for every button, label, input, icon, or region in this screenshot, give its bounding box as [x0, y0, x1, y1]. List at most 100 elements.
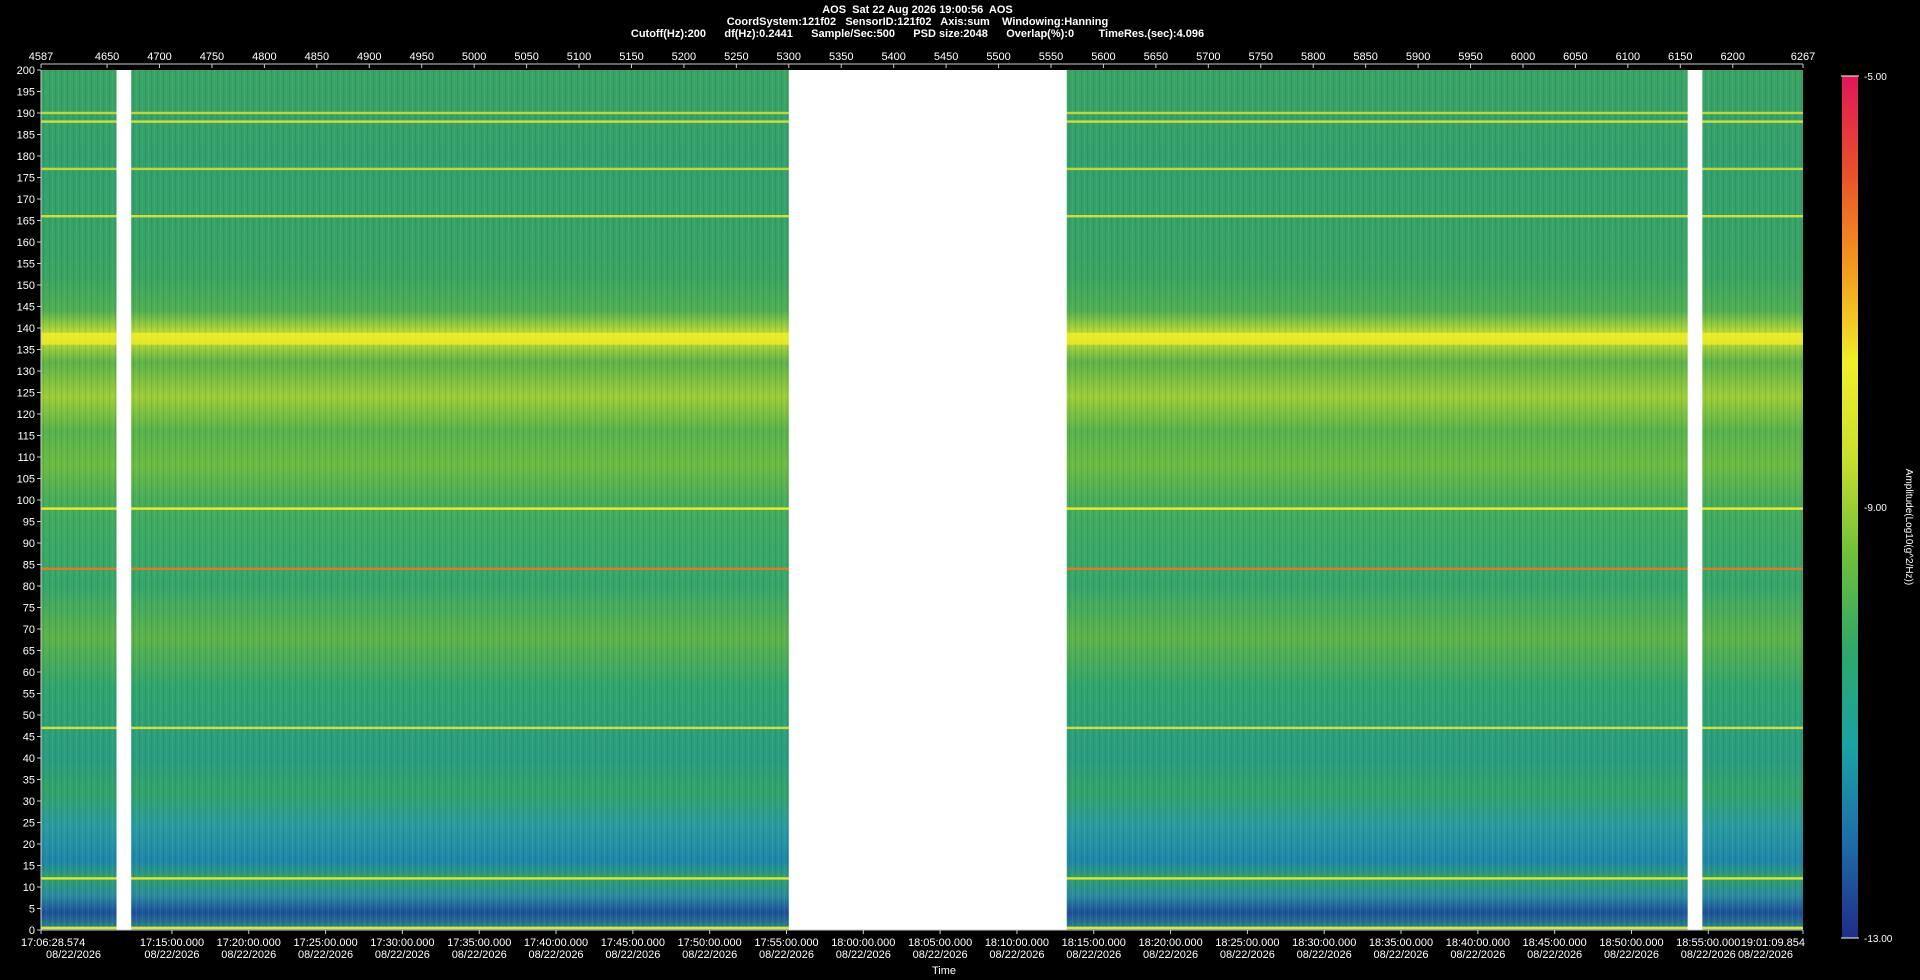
top-tick-label: 5200	[672, 51, 696, 63]
y-tick-label: 125	[17, 388, 35, 400]
top-tick-label: 5500	[986, 51, 1010, 63]
x-time-label: 18:35:00.000	[1369, 937, 1433, 949]
colorbar: -5.00 -9.00 -13.00 Amplitude(Log10(g^2/Hz))	[1841, 72, 1914, 945]
x-time-label: 18:15:00.000	[1062, 937, 1126, 949]
x-time-label: 18:40:00.000	[1446, 937, 1510, 949]
y-tick-label: 100	[17, 495, 35, 507]
top-tick-label: 5450	[934, 51, 958, 63]
y-tick-label: 140	[17, 323, 35, 335]
x-time-label: 17:45:00.000	[601, 937, 665, 949]
y-tick-label: 185	[17, 130, 35, 142]
y-tick-label: 175	[17, 173, 35, 185]
data-gap-0	[116, 70, 132, 930]
y-tick-label: 145	[17, 302, 35, 314]
top-tick-label: 5150	[619, 51, 643, 63]
top-tick-label: 4850	[305, 51, 329, 63]
x-date-label: 08/22/2026	[452, 949, 507, 961]
top-tick-label: 5050	[514, 51, 538, 63]
x-date-label: 08/22/2026	[1143, 949, 1198, 961]
y-tick-label: 90	[23, 538, 35, 550]
y-tick-label: 60	[23, 667, 35, 679]
x-date-label: 08/22/2026	[529, 949, 584, 961]
y-tick-label: 30	[23, 796, 35, 808]
y-tick-label: 5	[29, 904, 35, 916]
y-tick-label: 165	[17, 216, 35, 228]
top-tick-label: 4587	[29, 51, 53, 63]
y-tick-label: 35	[23, 775, 35, 787]
y-tick-label: 195	[17, 87, 35, 99]
y-tick-label: 130	[17, 366, 35, 378]
top-tick-label: 6150	[1668, 51, 1692, 63]
top-tick-label: 6267	[1791, 51, 1815, 63]
top-tick-label: 5750	[1249, 51, 1273, 63]
y-tick-label: 190	[17, 108, 35, 120]
top-tick-label: 4650	[95, 51, 119, 63]
spectrogram-chart: 2001951901851801751701651601551501451401…	[17, 51, 1914, 977]
y-tick-label: 15	[23, 861, 35, 873]
y-tick-label: 115	[17, 431, 35, 443]
x-time-label: 18:10:00.000	[985, 937, 1049, 949]
y-tick-label: 155	[17, 259, 35, 271]
y-tick-label: 50	[23, 710, 35, 722]
y-tick-label: 45	[23, 732, 35, 744]
x-axis-title: Time	[932, 965, 956, 977]
top-tick-label: 6200	[1720, 51, 1744, 63]
x-time-label: 18:30:00.000	[1292, 937, 1356, 949]
top-tick-label: 4750	[200, 51, 224, 63]
y-tick-label: 95	[23, 517, 35, 529]
x-date-label: 08/22/2026	[1604, 949, 1659, 961]
y-tick-label: 180	[17, 151, 35, 163]
top-tick-label: 5700	[1196, 51, 1220, 63]
x-date-label: 08/22/2026	[144, 949, 199, 961]
y-tick-label: 20	[23, 839, 35, 851]
x-date-label: 08/22/2026	[1297, 949, 1352, 961]
x-date-label: 08/22/2026	[989, 949, 1044, 961]
x-time-label: 17:40:00.000	[524, 937, 588, 949]
x-time-label: 17:20:00.000	[217, 937, 281, 949]
x-date-label: 08/22/2026	[1527, 949, 1582, 961]
x-time-label: 18:45:00.000	[1523, 937, 1587, 949]
top-tick-label: 5850	[1353, 51, 1377, 63]
y-tick-label: 55	[23, 689, 35, 701]
y-tick-label: 0	[29, 925, 35, 937]
top-tick-label: 4700	[147, 51, 171, 63]
x-date-label: 08/22/2026	[1373, 949, 1428, 961]
x-time-label: 17:30:00.000	[370, 937, 434, 949]
y-tick-label: 160	[17, 237, 35, 249]
data-gap-2	[1687, 70, 1703, 930]
y-tick-label: 65	[23, 646, 35, 658]
top-tick-label: 5000	[462, 51, 486, 63]
x-date-label: 08/22/2026	[46, 949, 101, 961]
top-tick-label: 5100	[567, 51, 591, 63]
top-tick-label: 5600	[1091, 51, 1115, 63]
x-date-label: 08/22/2026	[682, 949, 737, 961]
y-tick-label: 200	[17, 65, 35, 77]
y-tick-label: 135	[17, 345, 35, 357]
top-tick-label: 6050	[1563, 51, 1587, 63]
colorbar-title: Amplitude(Log10(g^2/Hz))	[1903, 469, 1914, 585]
top-tick-label: 5950	[1458, 51, 1482, 63]
x-date-label: 08/22/2026	[1738, 949, 1793, 961]
x-time-label: 17:06:28.574	[21, 937, 85, 949]
top-tick-label: 5250	[724, 51, 748, 63]
x-date-label: 08/22/2026	[913, 949, 968, 961]
y-tick-label: 10	[23, 882, 35, 894]
data-gap-1	[788, 70, 1067, 930]
x-time-label: 18:55:00.000	[1676, 937, 1740, 949]
colorbar-label-max: -5.00	[1864, 72, 1887, 83]
x-date-label: 08/22/2026	[375, 949, 430, 961]
y-tick-label: 40	[23, 753, 35, 765]
x-date-label: 08/22/2026	[221, 949, 276, 961]
top-tick-label: 5900	[1406, 51, 1430, 63]
top-tick-label: 6000	[1511, 51, 1535, 63]
y-tick-label: 75	[23, 603, 35, 615]
x-time-label: 18:25:00.000	[1215, 937, 1279, 949]
x-time-label: 18:00:00.000	[831, 937, 895, 949]
y-tick-label: 80	[23, 581, 35, 593]
x-date-label: 08/22/2026	[1681, 949, 1736, 961]
top-tick-label: 6100	[1616, 51, 1640, 63]
x-time-label: 17:35:00.000	[447, 937, 511, 949]
x-time-label: 19:01:09.854	[1741, 937, 1805, 949]
top-tick-label: 5350	[829, 51, 853, 63]
y-tick-label: 110	[17, 452, 35, 464]
